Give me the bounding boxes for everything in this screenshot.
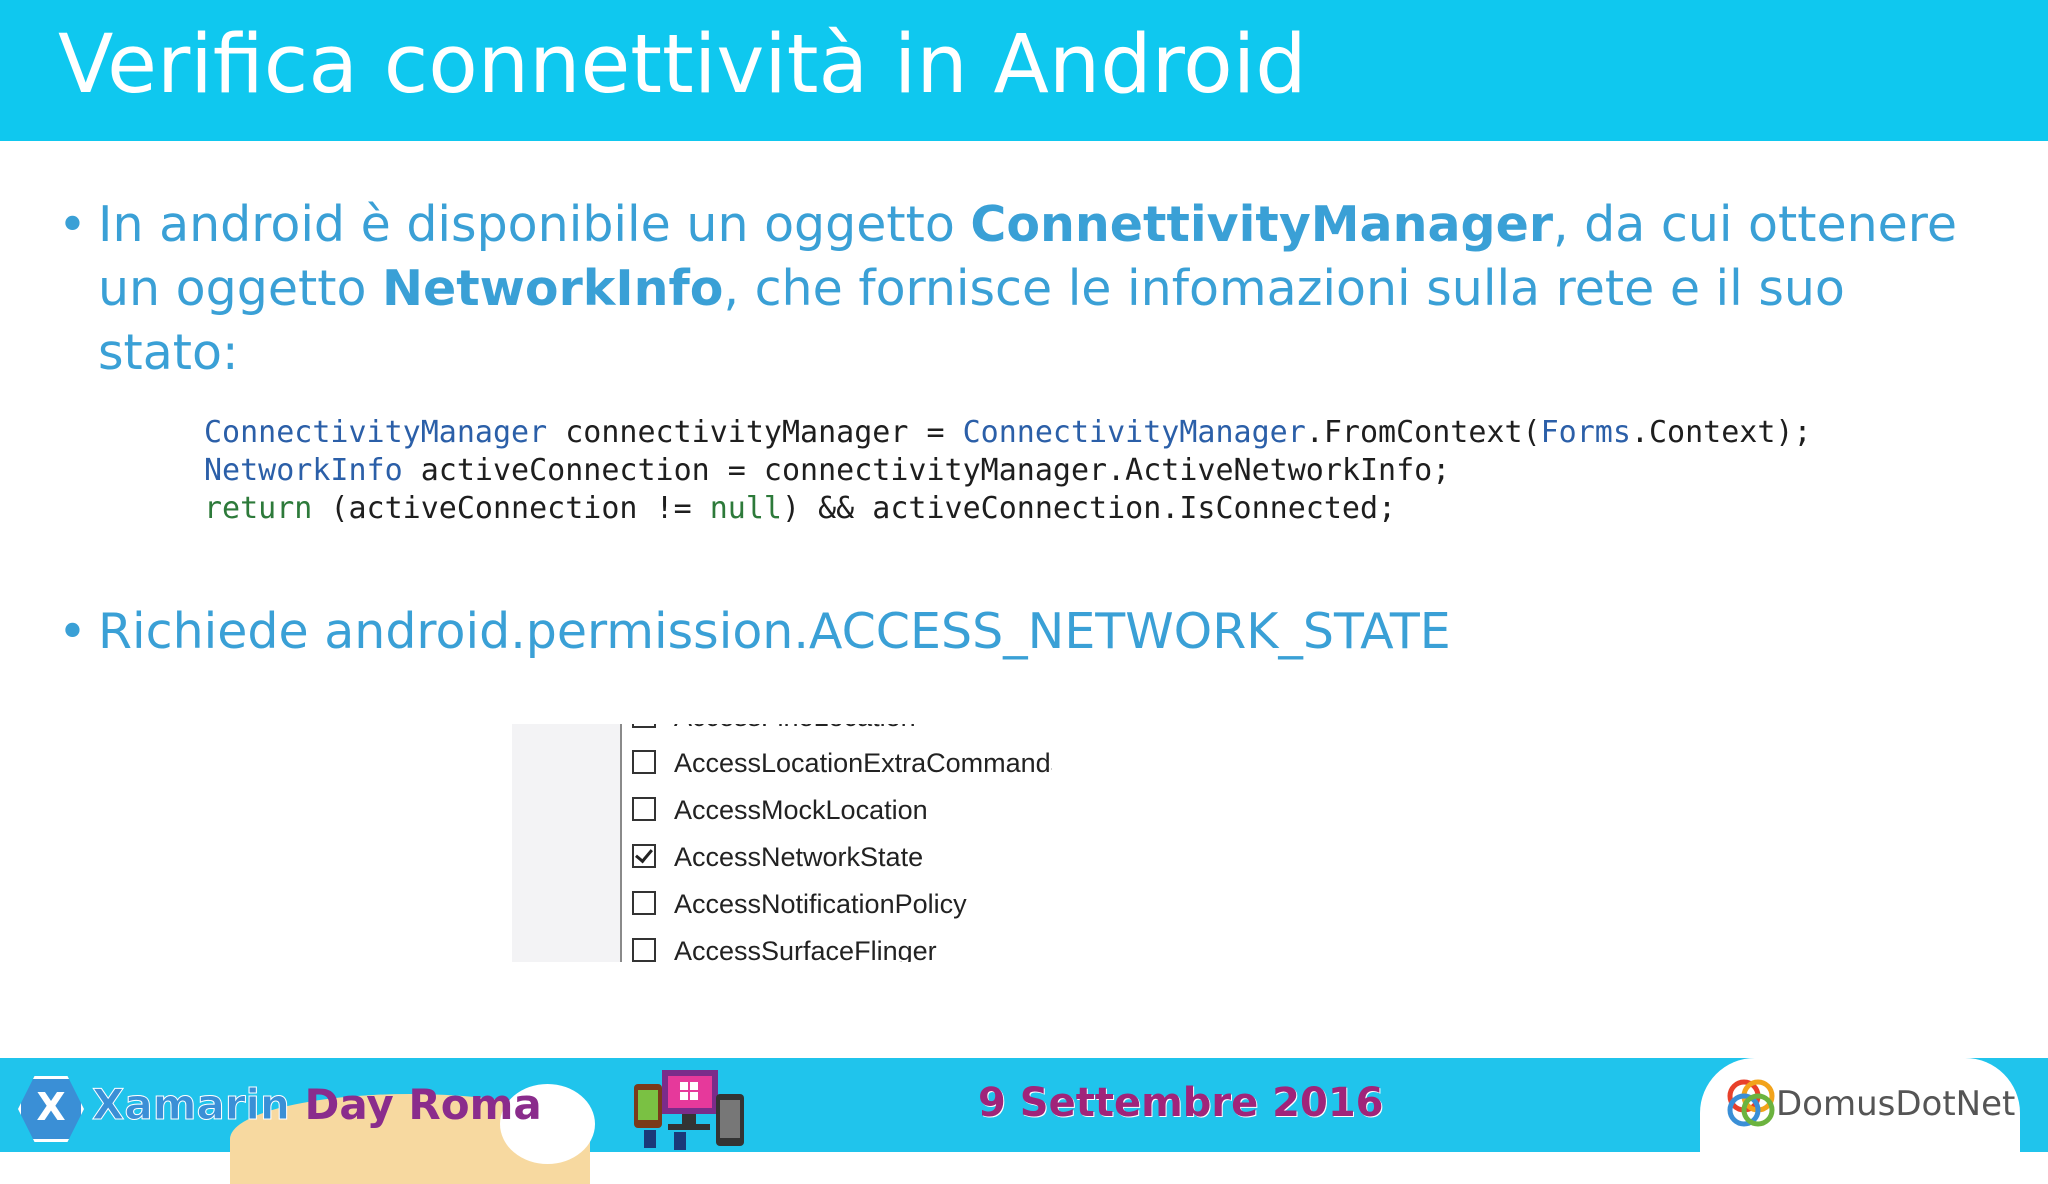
permission-label: AccessNetworkState <box>674 842 924 872</box>
code-token: (activeConnection != <box>312 491 710 526</box>
permission-label: AccessMockLocation <box>674 795 928 825</box>
bullet-marker: • <box>58 196 87 253</box>
checkbox[interactable] <box>632 937 656 962</box>
code-snippet: ConnectivityManager connectivityManager … <box>204 414 1812 528</box>
domusdotnet-logo-icon <box>1727 1079 1775 1127</box>
permission-item[interactable]: AccessNetworkState <box>632 842 923 882</box>
code-line-1: ConnectivityManager connectivityManager … <box>204 414 1812 452</box>
checkbox[interactable] <box>632 724 656 728</box>
permission-label: AccessFineLocation <box>674 724 916 732</box>
title-bar: Verifica connettività in Android <box>0 0 2048 141</box>
checkbox[interactable] <box>632 890 656 915</box>
permission-label: AccessSurfaceFlinger <box>674 936 937 962</box>
brand-day-roma: Day Roma <box>289 1080 542 1129</box>
sponsor-name: DomusDotNet <box>1776 1084 2016 1124</box>
bullet-text: Richiede android.permission.ACCESS_NETWO… <box>98 603 1451 660</box>
bullet-connectivity: • In android è disponibile un oggetto Co… <box>58 193 1998 385</box>
checkbox-checked[interactable] <box>632 843 656 868</box>
code-token: null <box>709 491 782 526</box>
event-brand: Xamarin Day Roma <box>92 1080 542 1130</box>
code-token: .Context); <box>1630 415 1812 450</box>
logo-letter: X <box>36 1085 66 1129</box>
permission-item[interactable]: AccessFineLocation <box>632 724 916 742</box>
permissions-gutter <box>512 724 622 962</box>
slide-title: Verifica connettività in Android <box>58 18 1307 112</box>
code-token: ) && activeConnection.IsConnected; <box>781 491 1397 526</box>
bullet-text-part: In android è disponibile un oggetto <box>98 196 971 253</box>
checkbox[interactable] <box>632 796 656 821</box>
code-token: NetworkInfo <box>204 453 403 488</box>
event-date: 9 Settembre 2016 <box>978 1080 1384 1126</box>
code-token: activeConnection = connectivityManager.A… <box>402 453 1451 488</box>
footer-banner: X Xamarin Day Roma 9 Settembre 2016 Domu… <box>0 1058 2048 1184</box>
code-token: ConnectivityManager <box>962 415 1306 450</box>
permission-item[interactable]: AccessNotificationPolicy <box>632 889 967 929</box>
code-token: ConnectivityManager <box>204 415 548 450</box>
bullet-text: In android è disponibile un oggetto Conn… <box>58 193 1998 385</box>
code-line-2: NetworkInfo activeConnection = connectiv… <box>204 452 1812 490</box>
bullet-permission: • Richiede android.permission.ACCESS_NET… <box>58 600 1998 664</box>
permission-item[interactable]: AccessSurfaceFlinger <box>632 936 937 962</box>
bullet-text-bold: ConnettivityManager <box>970 196 1554 253</box>
brand-xamarin: Xamarin <box>92 1080 291 1130</box>
xamarin-logo-icon: X <box>18 1076 84 1142</box>
checkbox[interactable] <box>632 749 656 774</box>
permission-label: AccessNotificationPolicy <box>674 889 967 919</box>
permissions-list: AccessFineLocation AccessLocationExtraCo… <box>512 724 1052 962</box>
code-token: .FromContext( <box>1305 415 1541 450</box>
permission-item[interactable]: AccessLocationExtraCommands <box>632 748 1052 788</box>
devices-icon <box>634 1070 744 1150</box>
code-token: Forms <box>1540 415 1631 450</box>
bullet-text-bold: NetworkInfo <box>382 260 724 317</box>
code-line-3: return (activeConnection != null) && act… <box>204 490 1812 528</box>
code-token: connectivityManager = <box>547 415 963 450</box>
bullet-marker: • <box>58 603 87 660</box>
code-token: return <box>204 491 313 526</box>
permission-item[interactable]: AccessMockLocation <box>632 795 928 835</box>
permission-label: AccessLocationExtraCommands <box>674 748 1052 778</box>
